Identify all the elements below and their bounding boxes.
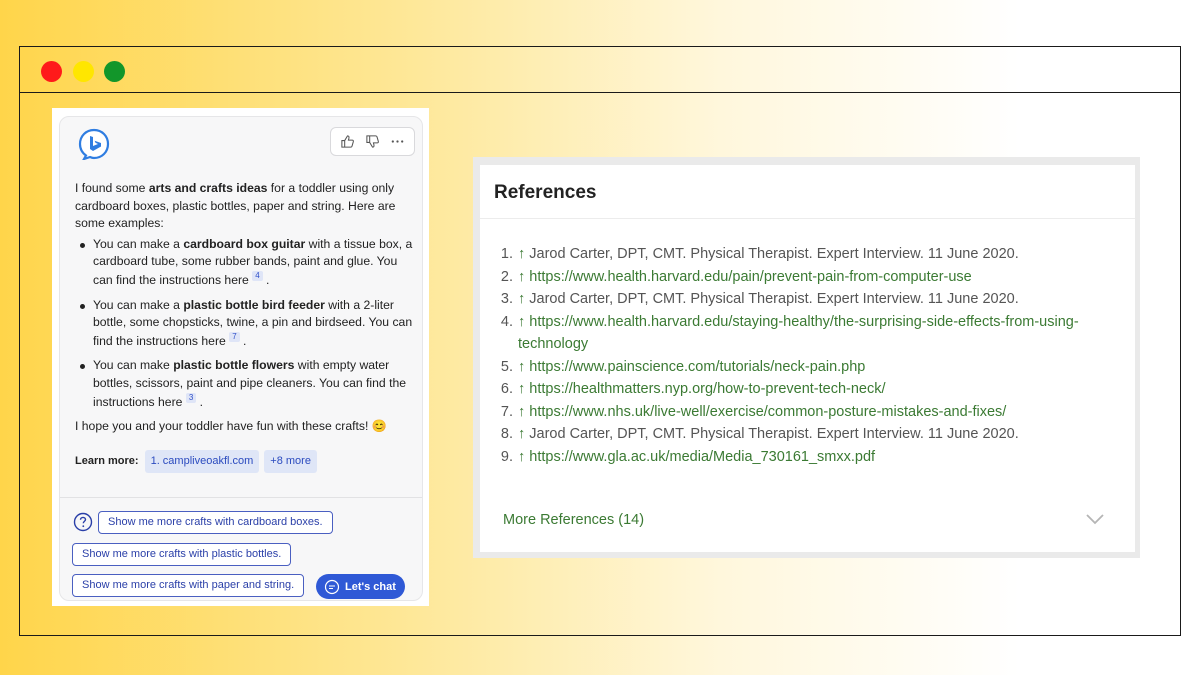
question-icon[interactable]: [73, 512, 93, 532]
reference-item: 3. ↑ Jarod Carter, DPT, CMT. Physical The…: [500, 291, 1019, 307]
divider: [480, 218, 1135, 219]
citation-badge[interactable]: 4: [252, 270, 263, 281]
reference-link[interactable]: https://www.health.harvard.edu/staying-h…: [518, 314, 1079, 353]
references-title: References: [494, 182, 597, 203]
reference-link[interactable]: https://www.health.harvard.edu/pain/prev…: [529, 269, 971, 285]
reference-item: 5. ↑ https://www.painscience.com/tutorial…: [500, 358, 866, 375]
divider: [60, 497, 422, 498]
reference-item: 4. ↑ https://www.health.harvard.edu/stayi…: [500, 313, 1079, 353]
back-arrow-icon[interactable]: ↑: [518, 314, 525, 330]
reference-item: 8. ↑ Jarod Carter, DPT, CMT. Physical The…: [500, 426, 1019, 442]
citation-badge[interactable]: 3: [185, 392, 197, 403]
minimize-window-button[interactable]: [73, 61, 94, 82]
reference-item: 7. ↑ https://www.nhs.uk/live-well/exercis…: [500, 403, 1007, 420]
reference-link[interactable]: https://www.nhs.uk/live-well/exercise/co…: [529, 404, 1006, 420]
learn-more-label: Learn more:: [75, 454, 139, 467]
citation-badge[interactable]: 7: [229, 331, 240, 342]
more-options-icon[interactable]: [387, 131, 409, 153]
chat-bubble-icon: [324, 579, 340, 594]
chat-response-card: I found some arts and crafts ideas for a…: [59, 116, 423, 601]
chat-panel: I found some arts and crafts ideas for a…: [52, 108, 429, 606]
list-item: You can make plastic bottle flowers with…: [75, 357, 415, 411]
lets-chat-label: Let's chat: [345, 580, 396, 593]
more-references-toggle[interactable]: More References (14): [503, 512, 644, 528]
references-list: 1. ↑ Jarod Carter, DPT, CMT. Physical The…: [500, 243, 1110, 468]
reference-link[interactable]: https://www.painscience.com/tutorials/ne…: [529, 359, 865, 375]
feedback-toolbar: [330, 127, 415, 156]
reference-item: 1. ↑ Jarod Carter, DPT, CMT. Physical The…: [500, 246, 1019, 262]
title-bar: [20, 47, 1180, 93]
reference-item: 6. ↑ https://healthmatters.nyp.org/how-to…: [500, 381, 886, 397]
maximize-window-button[interactable]: [104, 61, 125, 82]
reference-link[interactable]: https://healthmatters.nyp.org/how-to-pre…: [529, 381, 885, 397]
message-outro: I hope you and your toddler have fun wit…: [75, 419, 387, 434]
message-intro: I found some arts and crafts ideas for a…: [75, 181, 396, 231]
reference-link[interactable]: https://www.gla.ac.uk/media/Media_730161…: [529, 449, 875, 465]
learn-more-link[interactable]: 1. campliveoakfl.com: [144, 449, 260, 474]
references-card: References 1. ↑ Jarod Carter, DPT, CMT. P…: [480, 165, 1135, 552]
learn-more-row: Learn more: 1. campliveoakfl.com +8 more: [75, 449, 415, 474]
back-arrow-icon[interactable]: ↑: [518, 426, 525, 442]
back-arrow-icon[interactable]: ↑: [518, 404, 525, 420]
thumbs-up-icon[interactable]: [337, 131, 359, 153]
suggestion-cardboard-button[interactable]: Show me more crafts with cardboard boxes…: [98, 511, 333, 534]
back-arrow-icon[interactable]: ↑: [518, 291, 525, 307]
list-item: You can make a cardboard box guitar with…: [75, 236, 415, 290]
back-arrow-icon[interactable]: ↑: [518, 449, 525, 465]
back-arrow-icon[interactable]: ↑: [518, 381, 525, 397]
thumbs-down-icon[interactable]: [362, 131, 384, 153]
bing-logo-icon: [78, 128, 110, 160]
chat-message: I found some arts and crafts ideas for a…: [75, 180, 415, 474]
more-sources-chip[interactable]: +8 more: [264, 449, 317, 474]
close-window-button[interactable]: [41, 61, 62, 82]
suggestion-bottles-button[interactable]: Show me more crafts with plastic bottles…: [72, 543, 292, 566]
list-item: You can make a plastic bottle bird feede…: [75, 297, 415, 351]
craft-list: You can make a cardboard box guitar with…: [75, 236, 415, 411]
back-arrow-icon[interactable]: ↑: [518, 359, 525, 375]
back-arrow-icon[interactable]: ↑: [518, 246, 525, 262]
references-panel: References 1. ↑ Jarod Carter, DPT, CMT. P…: [473, 157, 1140, 558]
back-arrow-icon[interactable]: ↑: [518, 269, 525, 285]
chevron-down-icon[interactable]: [1085, 512, 1105, 526]
suggestion-paper-button[interactable]: Show me more crafts with paper and strin…: [72, 574, 305, 597]
reference-item: 2. ↑ https://www.health.harvard.edu/pain/…: [500, 268, 972, 285]
lets-chat-button[interactable]: Let's chat: [316, 574, 405, 599]
reference-item: 9. ↑ https://www.gla.ac.uk/media/Media_73…: [500, 448, 876, 465]
